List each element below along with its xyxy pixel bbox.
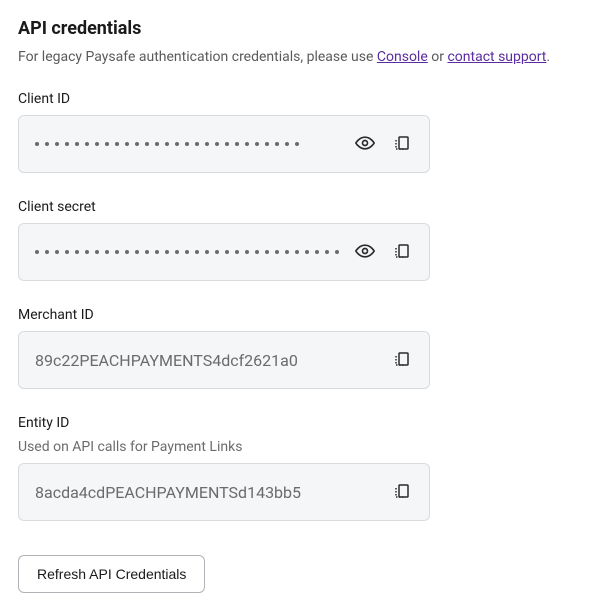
console-link[interactable]: Console [377, 49, 428, 65]
copy-entity-id-button[interactable] [387, 476, 417, 509]
client-id-masked-value [35, 142, 343, 146]
copy-client-id-button[interactable] [387, 128, 417, 161]
client-secret-field-group: Client secret [18, 199, 430, 281]
entity-id-label: Entity ID [18, 415, 430, 431]
copy-icon [393, 242, 411, 263]
eye-icon [355, 133, 375, 156]
client-id-label: Client ID [18, 91, 430, 107]
description-prefix: For legacy Paysafe authentication creden… [18, 49, 377, 65]
merchant-id-input: 89c22PEACHPAYMENTS4dcf2621a0 [18, 331, 430, 389]
eye-icon [355, 241, 375, 264]
merchant-id-label: Merchant ID [18, 307, 430, 323]
entity-id-sublabel: Used on API calls for Payment Links [18, 439, 430, 455]
merchant-id-value: 89c22PEACHPAYMENTS4dcf2621a0 [35, 351, 381, 370]
copy-icon [393, 482, 411, 503]
entity-id-field-group: Entity ID Used on API calls for Payment … [18, 415, 430, 521]
reveal-client-secret-button[interactable] [349, 235, 381, 270]
entity-id-input: 8acda4cdPEACHPAYMENTSd143bb5 [18, 463, 430, 521]
copy-client-secret-button[interactable] [387, 236, 417, 269]
client-id-input [18, 115, 430, 173]
description-suffix: . [546, 49, 550, 65]
merchant-id-field-group: Merchant ID 89c22PEACHPAYMENTS4dcf2621a0 [18, 307, 430, 389]
page-title: API credentials [18, 18, 598, 39]
client-secret-input [18, 223, 430, 281]
reveal-client-id-button[interactable] [349, 127, 381, 162]
client-id-field-group: Client ID [18, 91, 430, 173]
client-secret-label: Client secret [18, 199, 430, 215]
copy-icon [393, 350, 411, 371]
credentials-description: For legacy Paysafe authentication creden… [18, 49, 598, 65]
refresh-api-credentials-button[interactable]: Refresh API Credentials [18, 555, 205, 593]
entity-id-value: 8acda4cdPEACHPAYMENTSd143bb5 [35, 483, 381, 502]
description-middle: or [428, 49, 448, 65]
copy-merchant-id-button[interactable] [387, 344, 417, 377]
copy-icon [393, 134, 411, 155]
contact-support-link[interactable]: contact support [447, 49, 546, 65]
client-secret-masked-value [35, 250, 343, 254]
